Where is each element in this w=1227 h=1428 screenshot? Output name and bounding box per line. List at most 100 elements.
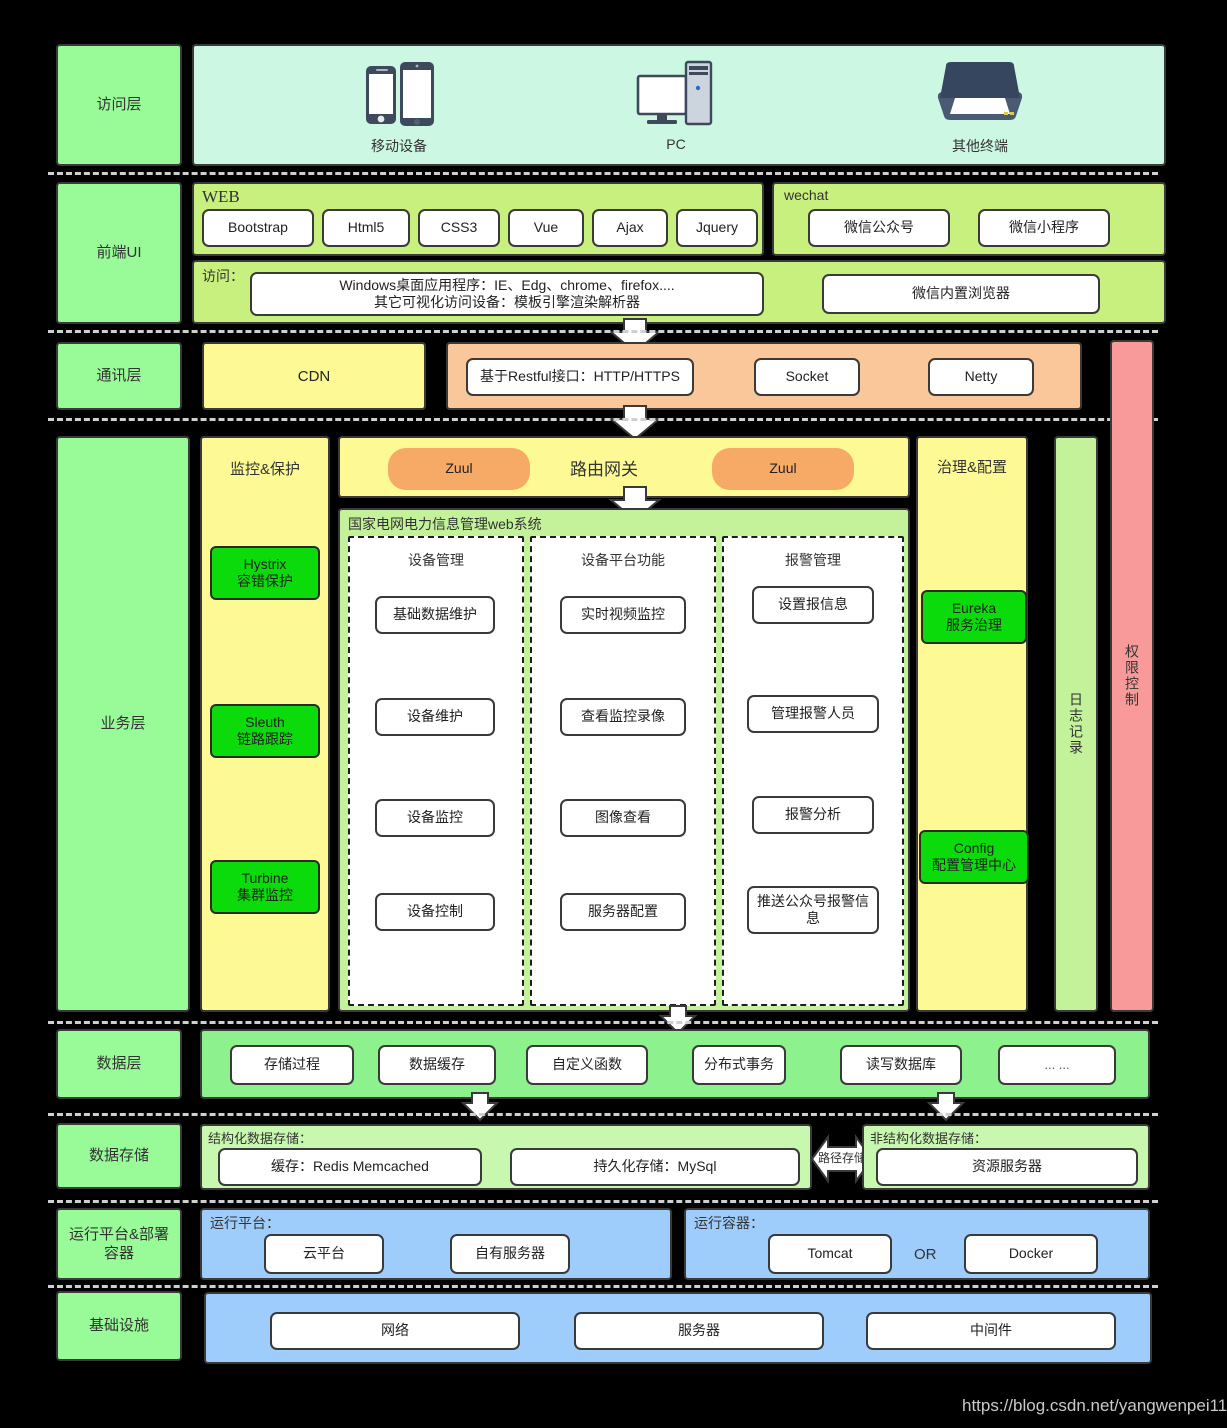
business-governance-item-eureka[interactable]: Eureka 服务治理: [921, 590, 1027, 644]
business-system-title: 国家电网电力信息管理web系统: [348, 516, 542, 532]
platform-item-docker[interactable]: Docker: [964, 1234, 1098, 1274]
divider-storage-platform: [48, 1200, 1158, 1203]
sleuth-desc: 链路跟踪: [237, 731, 293, 747]
communication-protocol-band: 基于Restful接口：HTTP/HTTPS Socket Netty: [446, 342, 1082, 410]
turbine-name: Turbine: [241, 869, 289, 886]
arrow-data-to-structured-storage: [460, 1092, 500, 1122]
frontend-wechat-group: wechat 微信公众号 微信小程序: [772, 182, 1166, 256]
platform-run-title: 运行平台：: [210, 1215, 280, 1231]
business-monitor-title: 监控&保护: [229, 461, 300, 478]
desktop-pc-icon: [634, 58, 730, 134]
frontend-access-wechat-browser[interactable]: 微信内置浏览器: [822, 274, 1100, 314]
business-auth-strip: 权限控制: [1110, 340, 1154, 1012]
business-governance-title: 治理&配置: [936, 459, 1007, 476]
data-item-distributed-transaction[interactable]: 分布式事务: [692, 1045, 786, 1085]
layer-label-infrastructure: 基础设施: [56, 1291, 182, 1361]
turbine-desc: 集群监控: [237, 887, 293, 903]
architecture-diagram: 访问层 移动设备 PC 其他终端 前端UI WEB Bootstrap Html…: [0, 0, 1227, 1428]
access-device-label-mobile: 移动设备: [371, 138, 427, 154]
frontend-access-desktop[interactable]: Windows桌面应用程序：IE、Edg、chrome、firefox.... …: [250, 272, 764, 316]
frontend-web-item-jquery[interactable]: Jquery: [676, 209, 758, 247]
module-title-device-platform: 设备平台功能: [581, 552, 665, 568]
module-item-basic-data-maintenance[interactable]: 基础数据维护: [375, 596, 495, 634]
divider-business-data: [48, 1021, 1158, 1024]
layer-label-access: 访问层: [56, 44, 182, 166]
module-item-push-official-alarm[interactable]: 推送公众号报警信息: [747, 886, 879, 934]
data-item-read-write-db[interactable]: 读写数据库: [840, 1045, 962, 1085]
data-item-data-cache[interactable]: 数据缓存: [378, 1045, 496, 1085]
frontend-wechat-item-official-account[interactable]: 微信公众号: [808, 209, 950, 247]
business-governance-item-config[interactable]: Config 配置管理中心: [919, 830, 1029, 884]
frontend-access-title: 访问：: [202, 268, 244, 284]
business-monitor-item-sleuth[interactable]: Sleuth 链路跟踪: [210, 704, 320, 758]
platform-item-own-server[interactable]: 自有服务器: [450, 1234, 570, 1274]
storage-item-cache[interactable]: 缓存：Redis Memcached: [218, 1148, 482, 1186]
divider-communication-business: [48, 418, 1158, 421]
communication-item-netty[interactable]: Netty: [928, 358, 1034, 396]
platform-container-group: 运行容器： Tomcat OR Docker: [684, 1208, 1150, 1280]
storage-unstructured-title: 非结构化数据存储：: [870, 1131, 988, 1146]
layer-label-storage: 数据存储: [56, 1123, 182, 1189]
platform-item-tomcat[interactable]: Tomcat: [768, 1234, 892, 1274]
storage-unstructured-group: 非结构化数据存储： 资源服务器: [862, 1124, 1150, 1190]
frontend-access-desktop-line1: Windows桌面应用程序：IE、Edg、chrome、firefox....: [339, 276, 675, 293]
layer-label-frontend: 前端UI: [56, 182, 182, 324]
module-item-manage-alarm-staff[interactable]: 管理报警人员: [747, 695, 879, 733]
infrastructure-item-network[interactable]: 网络: [270, 1312, 520, 1350]
mobile-devices-icon: [354, 60, 444, 130]
storage-structured-title: 结构化数据存储：: [208, 1131, 313, 1146]
module-item-alarm-analysis[interactable]: 报警分析: [752, 796, 874, 834]
module-item-view-recordings[interactable]: 查看监控录像: [560, 698, 686, 736]
platform-run-group: 运行平台： 云平台 自有服务器: [200, 1208, 672, 1280]
module-title-device-management: 设备管理: [408, 552, 464, 568]
gateway-node-zuul-right[interactable]: Zuul: [712, 448, 854, 490]
module-item-device-control[interactable]: 设备控制: [375, 893, 495, 931]
access-device-label-other: 其他终端: [952, 138, 1008, 154]
gateway-title: 路由网关: [570, 460, 638, 479]
gateway-node-zuul-left[interactable]: Zuul: [388, 448, 530, 490]
data-item-stored-procedure[interactable]: 存储过程: [230, 1045, 354, 1085]
frontend-access-group: 访问： Windows桌面应用程序：IE、Edg、chrome、firefox.…: [192, 260, 1166, 324]
module-item-device-maintenance[interactable]: 设备维护: [375, 698, 495, 736]
eureka-desc: 服务治理: [946, 617, 1002, 633]
module-item-image-view[interactable]: 图像查看: [560, 799, 686, 837]
config-desc: 配置管理中心: [932, 857, 1016, 873]
business-monitor-item-hystrix[interactable]: Hystrix 容错保护: [210, 546, 320, 600]
config-name: Config: [953, 839, 995, 856]
module-item-set-alarm-info[interactable]: 设置报信息: [752, 586, 874, 624]
frontend-web-group: WEB Bootstrap Html5 CSS3 Vue Ajax Jquery: [192, 182, 764, 256]
business-module-device-platform: 设备平台功能 实时视频监控 查看监控录像 图像查看 服务器配置: [530, 536, 716, 1006]
layer-label-data: 数据层: [56, 1029, 182, 1099]
business-monitor-item-turbine[interactable]: Turbine 集群监控: [210, 860, 320, 914]
frontend-web-item-html5[interactable]: Html5: [322, 209, 410, 247]
module-item-server-config[interactable]: 服务器配置: [560, 893, 686, 931]
communication-item-socket[interactable]: Socket: [754, 358, 860, 396]
platform-item-cloud[interactable]: 云平台: [264, 1234, 384, 1274]
communication-item-restful[interactable]: 基于Restful接口：HTTP/HTTPS: [466, 358, 694, 396]
frontend-web-item-ajax[interactable]: Ajax: [592, 209, 668, 247]
storage-item-persistence[interactable]: 持久化存储：MySql: [510, 1148, 800, 1186]
storage-item-resource-server[interactable]: 资源服务器: [876, 1148, 1138, 1186]
frontend-web-item-bootstrap[interactable]: Bootstrap: [202, 209, 314, 247]
frontend-web-title: WEB: [202, 187, 240, 206]
storage-structured-group: 结构化数据存储： 缓存：Redis Memcached 持久化存储：MySql: [200, 1124, 812, 1190]
data-item-ellipsis[interactable]: ... ...: [998, 1045, 1116, 1085]
other-terminal-icon: [932, 58, 1028, 134]
divider-platform-infrastructure: [48, 1285, 1158, 1288]
communication-cdn[interactable]: CDN: [202, 342, 426, 410]
module-item-realtime-video[interactable]: 实时视频监控: [560, 596, 686, 634]
data-item-custom-function[interactable]: 自定义函数: [526, 1045, 648, 1085]
access-layer-band: 移动设备 PC 其他终端: [192, 44, 1166, 166]
layer-label-communication: 通讯层: [56, 342, 182, 410]
platform-container-title: 运行容器：: [694, 1215, 764, 1231]
sleuth-name: Sleuth: [245, 713, 285, 730]
business-monitor-column: 监控&保护 Hystrix 容错保护 Sleuth 链路跟踪 Turbine 集…: [200, 436, 330, 1012]
frontend-web-item-vue[interactable]: Vue: [508, 209, 584, 247]
arrow-data-to-unstructured-storage: [926, 1092, 966, 1122]
infrastructure-item-middleware[interactable]: 中间件: [866, 1312, 1116, 1350]
divider-frontend-communication: [48, 330, 1158, 333]
module-item-device-monitoring[interactable]: 设备监控: [375, 799, 495, 837]
frontend-web-item-css3[interactable]: CSS3: [418, 209, 500, 247]
frontend-wechat-item-mini-program[interactable]: 微信小程序: [978, 209, 1110, 247]
infrastructure-item-server[interactable]: 服务器: [574, 1312, 824, 1350]
